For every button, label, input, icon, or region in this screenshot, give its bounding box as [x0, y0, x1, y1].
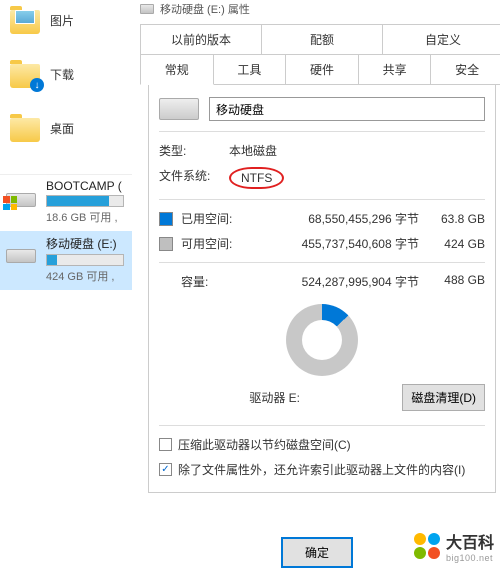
drive-letter-label: 驱动器 E:: [159, 389, 390, 406]
nav-desktop[interactable]: 桌面: [0, 108, 132, 148]
properties-dialog: 移动硬盘 (E:) 属性 以前的版本 配额 自定义 常规 工具 硬件 共享 安全…: [132, 0, 500, 575]
drive-usage-bar: [46, 254, 124, 266]
downloads-folder-icon: ↓: [8, 58, 42, 90]
used-label: 已用空间:: [181, 210, 241, 227]
disk-icon: [140, 4, 154, 14]
dialog-titlebar[interactable]: 移动硬盘 (E:) 属性: [132, 0, 500, 18]
disk-icon: [6, 185, 38, 207]
tab-hardware[interactable]: 硬件: [286, 54, 359, 85]
watermark: 大百科 big100.net: [414, 529, 494, 563]
dialog-title: 移动硬盘 (E:) 属性: [160, 1, 250, 17]
drive-name: BOOTCAMP (: [46, 179, 126, 193]
disk-cleanup-button[interactable]: 磁盘清理(D): [402, 384, 485, 411]
nav-pictures[interactable]: 图片: [0, 0, 132, 40]
type-value: 本地磁盘: [229, 142, 277, 159]
nav-label: 图片: [50, 12, 74, 29]
pictures-folder-icon: [8, 4, 42, 36]
nav-label: 下载: [50, 66, 74, 83]
disk-icon: [6, 241, 38, 263]
drive-list: BOOTCAMP ( 18.6 GB 可用 , 移动硬盘 (E:) 424 GB…: [0, 174, 132, 290]
index-label: 除了文件属性外，还允许索引此驱动器上文件的内容(I): [178, 461, 465, 478]
tab-security[interactable]: 安全: [431, 54, 500, 85]
capacity-hr: 488 GB: [429, 273, 485, 290]
capacity-bytes: 524,287,995,904 字节: [241, 273, 429, 290]
desktop-folder-icon: [8, 112, 42, 144]
volume-name-input[interactable]: [209, 97, 485, 121]
drive-subtext: 424 GB 可用 ,: [46, 268, 126, 284]
nav-label: 桌面: [50, 120, 74, 137]
tab-previous-versions[interactable]: 以前的版本: [140, 24, 262, 55]
used-hr: 63.8 GB: [429, 212, 485, 226]
free-hr: 424 GB: [429, 237, 485, 251]
dialog-buttons: 确定: [282, 538, 352, 567]
index-checkbox[interactable]: ✓: [159, 463, 172, 476]
drive-item-removable[interactable]: 移动硬盘 (E:) 424 GB 可用 ,: [0, 231, 132, 290]
type-label: 类型:: [159, 142, 229, 159]
capacity-label: 容量:: [181, 273, 241, 290]
compress-label: 压缩此驱动器以节约磁盘空间(C): [178, 436, 351, 453]
free-label: 可用空间:: [181, 235, 241, 252]
nav-downloads[interactable]: ↓ 下载: [0, 54, 132, 94]
drive-item-bootcamp[interactable]: BOOTCAMP ( 18.6 GB 可用 ,: [0, 175, 132, 231]
tab-tools[interactable]: 工具: [214, 54, 287, 85]
compress-checkbox[interactable]: [159, 438, 172, 451]
tab-quota[interactable]: 配额: [262, 24, 383, 55]
usage-donut-chart: [159, 298, 485, 380]
tab-custom[interactable]: 自定义: [383, 24, 500, 55]
explorer-nav: 图片 ↓ 下载 桌面 BOOTCAMP ( 18.6 GB 可用 ,: [0, 0, 132, 575]
drive-subtext: 18.6 GB 可用 ,: [46, 209, 126, 225]
disk-icon: [159, 98, 199, 120]
windows-overlay-icon: [3, 196, 17, 210]
watermark-icon: [414, 533, 440, 559]
ok-button[interactable]: 确定: [282, 538, 352, 567]
tab-strip: 以前的版本 配额 自定义 常规 工具 硬件 共享 安全 类型: 本地磁盘 文件系…: [132, 18, 500, 493]
tab-general[interactable]: 常规: [140, 54, 214, 85]
tab-sharing[interactable]: 共享: [359, 54, 432, 85]
free-bytes: 455,737,540,608 字节: [241, 235, 429, 252]
watermark-title: 大百科: [446, 529, 494, 553]
general-panel: 类型: 本地磁盘 文件系统: NTFS 已用空间: 68,550,455,296…: [148, 85, 496, 493]
drive-usage-bar: [46, 195, 124, 207]
used-bytes: 68,550,455,296 字节: [241, 210, 429, 227]
filesystem-label: 文件系统:: [159, 167, 229, 189]
filesystem-value: NTFS: [229, 167, 284, 189]
watermark-sub: big100.net: [446, 553, 494, 563]
used-color-swatch: [159, 212, 173, 226]
free-color-swatch: [159, 237, 173, 251]
drive-name: 移动硬盘 (E:): [46, 235, 126, 252]
